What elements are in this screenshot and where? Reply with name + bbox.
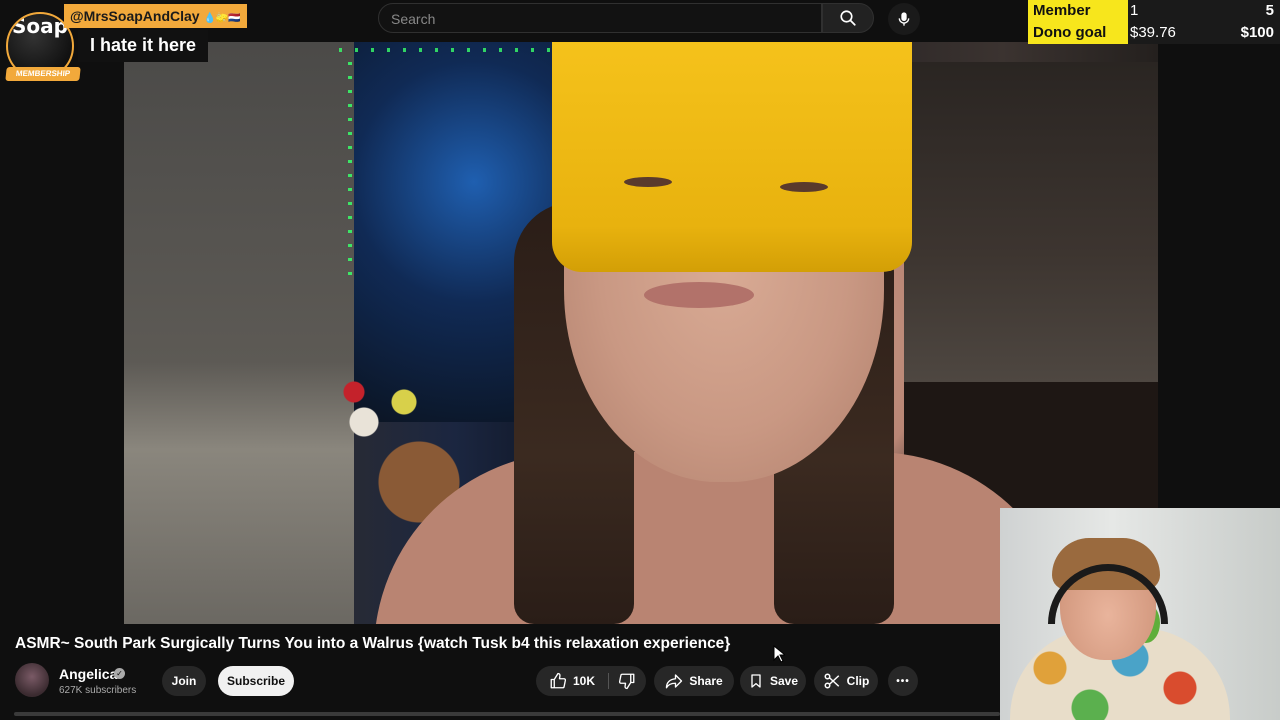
dislike-button[interactable] — [610, 666, 644, 696]
video-person-beanie — [552, 42, 912, 272]
like-dislike-group: 10K — [536, 666, 646, 696]
streamer-webcam — [1000, 508, 1280, 720]
chat-username: @MrsSoapAndClay 💧🧽🇳🇱 — [64, 4, 247, 28]
membership-badge: MEMBERSHIP — [5, 67, 81, 81]
verified-icon: ✓ — [114, 668, 125, 679]
like-divider — [608, 673, 609, 689]
clip-button[interactable]: Clip — [814, 666, 878, 696]
video-scene-poster-wall — [904, 62, 1158, 382]
scroll-indicator — [14, 712, 1000, 716]
microphone-icon — [898, 12, 910, 26]
share-label: Share — [689, 674, 723, 688]
cursor-icon — [773, 645, 785, 663]
more-icon: ••• — [896, 675, 910, 687]
more-actions-button[interactable]: ••• — [888, 666, 918, 696]
video-person-eye-right — [780, 182, 828, 192]
like-count: 10K — [572, 674, 595, 688]
goal-current: $39.76 — [1128, 22, 1220, 44]
thumbs-down-icon — [618, 673, 635, 690]
save-button[interactable]: Save — [740, 666, 806, 696]
goals-overlay: Member Goal 1 5 Dono goal $39.76 $100 — [1028, 0, 1280, 44]
thumbs-up-icon — [550, 672, 567, 689]
share-button[interactable]: Share — [654, 666, 734, 696]
member-avatar-logo: Soap+Clay — [12, 14, 72, 38]
goal-label: Dono goal — [1028, 22, 1128, 44]
goal-current: 1 — [1128, 0, 1220, 22]
scissors-icon — [824, 673, 839, 689]
video-title: ASMR~ South Park Surgically Turns You in… — [15, 635, 731, 652]
like-button[interactable]: 10K — [536, 666, 608, 696]
video-scene-string-lights-vertical — [348, 62, 352, 282]
dono-goal-row: Dono goal $39.76 $100 — [1028, 22, 1280, 44]
subscriber-count: 627K subscribers — [59, 685, 137, 696]
search-input[interactable]: Search — [378, 3, 822, 33]
channel-avatar[interactable] — [15, 663, 49, 697]
subscribe-button[interactable]: Subscribe — [218, 666, 294, 696]
video-person-mouth — [644, 282, 754, 308]
search-button[interactable] — [822, 3, 874, 33]
chat-user-badges: 💧🧽🇳🇱 — [203, 13, 241, 24]
save-label: Save — [769, 674, 799, 688]
clip-label: Clip — [846, 674, 870, 688]
join-button[interactable]: Join — [162, 666, 206, 696]
goal-target: 5 — [1220, 0, 1280, 22]
video-scene-wall — [124, 42, 354, 624]
search-icon — [840, 10, 856, 26]
goal-label: Member Goal — [1028, 0, 1128, 41]
chat-message: I hate it here — [78, 30, 209, 62]
member-goal-row: Member Goal 1 5 — [1028, 0, 1280, 41]
video-person-eye-left — [624, 177, 672, 187]
chat-username-text: @MrsSoapAndClay — [70, 8, 200, 24]
share-icon — [666, 674, 683, 689]
bookmark-icon — [751, 674, 761, 688]
goal-target: $100 — [1220, 22, 1280, 44]
voice-search-button[interactable] — [888, 3, 920, 35]
search-placeholder: Search — [391, 11, 436, 27]
channel-name[interactable]: Angelica — [59, 666, 117, 682]
